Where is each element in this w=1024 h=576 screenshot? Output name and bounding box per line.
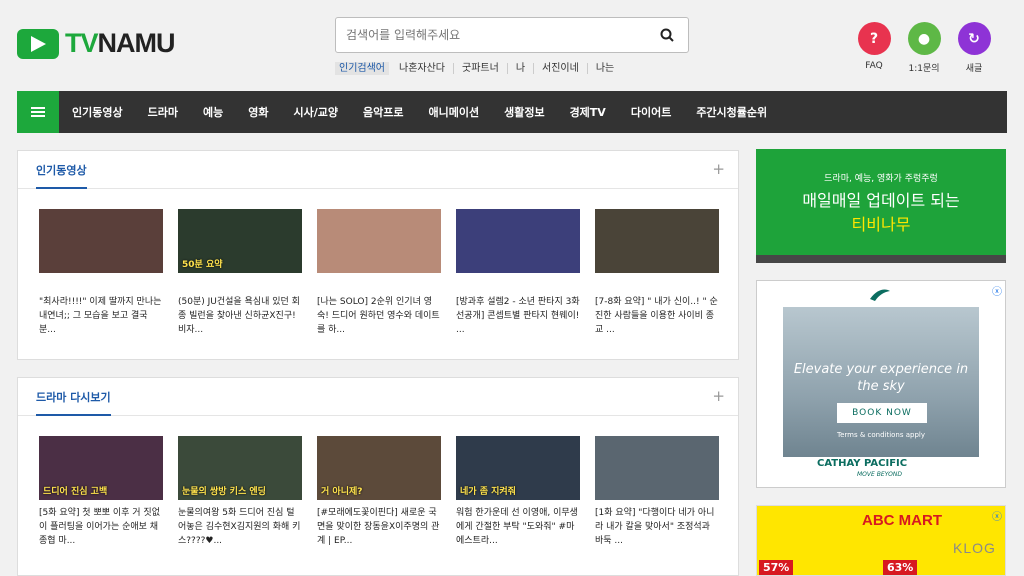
video-thumbnail[interactable]: 눈물의 쌍방 키스 엔딩 [178, 436, 302, 500]
video-thumbnail[interactable]: 드디어 진심 고백 [39, 436, 163, 500]
nav-item-music[interactable]: 음악프로 [363, 104, 403, 120]
video-thumbnail[interactable] [595, 209, 719, 273]
hamburger-menu-button[interactable] [17, 91, 59, 133]
abc-mart-logo: ABC MART [862, 512, 942, 529]
video-title[interactable]: "최사라!!!!" 이제 딸까지 만나는 내연녀;; 그 모습을 보고 결국 분… [39, 295, 163, 337]
chat-icon: ● [907, 22, 941, 55]
new-posts-button[interactable]: ↻ 새글 [949, 22, 999, 74]
discount-badge: 57% [759, 560, 794, 575]
video-card[interactable]: 눈물의 쌍방 키스 엔딩 눈물의여왕 5화 드디어 진심 털어놓은 김수현X김지… [178, 436, 302, 548]
keyword-link[interactable]: 나 [506, 63, 533, 74]
search-input[interactable] [336, 18, 636, 52]
popular-keywords: 인기검색어 나혼자산다 굿파트너 나 서진이네 나는 [335, 62, 622, 75]
keyword-link[interactable]: 나혼자산다 [391, 63, 453, 74]
nav-item-current-affairs[interactable]: 시사/교양 [293, 104, 338, 120]
search-icon[interactable] [660, 28, 674, 42]
video-title[interactable]: [#모래에도꽃이핀다] 새로운 국면을 맞이한 장동윤X이주명의 관계 | EP… [317, 506, 441, 548]
video-title[interactable]: 눈물의여왕 5화 드디어 진심 털어놓은 김수현X김지원의 화해 키스????♥… [178, 506, 302, 548]
watermark: KLOG [953, 540, 996, 556]
video-card[interactable]: 50분 요약 (50분) JU건설을 욕심내 있던 회종 빌런을 찾아낸 신하균… [178, 209, 302, 337]
nav-item-weekly-ratings[interactable]: 주간시청률순위 [696, 104, 767, 120]
play-logo-icon [17, 28, 59, 59]
nav-item-economy[interactable]: 경제TV [570, 104, 606, 120]
video-card[interactable]: [7-8화 요약] " 내가 신이..! " 순진한 사람들을 이용한 사이비 … [595, 209, 719, 337]
video-title[interactable]: [1화 요약] "다행이다 네가 아니라 내가 칼을 맞아서" 조정석과 바둑 … [595, 506, 719, 548]
nav-item-drama[interactable]: 드라마 [148, 104, 178, 120]
video-card[interactable]: [방과후 설렘2 - 소년 판타지 3화 선공개] 콘셉트별 판타지 현웨이! … [456, 209, 580, 337]
keyword-link[interactable]: 굿파트너 [453, 63, 507, 74]
refresh-icon: ↻ [957, 22, 991, 55]
cathay-pacific-ad[interactable]: ⓧ Elevate your experience in the sky BOO… [756, 280, 1006, 488]
site-header: TVNAMU 인기검색어 나혼자산다 굿파트너 나 서진이네 나는 ? FAQ … [0, 0, 1024, 90]
video-thumbnail[interactable]: 50분 요약 [178, 209, 302, 273]
video-card[interactable]: [나는 SOLO] 2순위 인기녀 영숙! 드디어 원하던 영수와 데이트를 하… [317, 209, 441, 337]
video-card[interactable]: 거 아니제? [#모래에도꽃이핀다] 새로운 국면을 맞이한 장동윤X이주명의 … [317, 436, 441, 548]
video-card[interactable]: [1화 요약] "다행이다 네가 아니라 내가 칼을 맞아서" 조정석과 바둑 … [595, 436, 719, 548]
section-title[interactable]: 드라마 다시보기 [36, 389, 111, 416]
keyword-link[interactable]: 서진이네 [533, 63, 587, 74]
nav-item-movie[interactable]: 영화 [248, 104, 268, 120]
video-card[interactable]: 네가 좀 지켜줘 워험 한가운데 선 이영애, 이무생에게 간절한 부탁 "도와… [456, 436, 580, 548]
nav-item-animation[interactable]: 애니메이션 [428, 104, 479, 120]
ad-info-icon[interactable]: ⓧ [992, 508, 1002, 523]
ad-headline: Elevate your experience in the sky [793, 362, 969, 394]
cathay-logo-icon [870, 289, 890, 301]
more-icon[interactable]: + [712, 387, 725, 405]
question-icon: ? [857, 22, 891, 55]
section-title[interactable]: 인기동영상 [36, 162, 87, 189]
faq-button[interactable]: ? FAQ [849, 22, 899, 74]
tvnamu-logo[interactable]: TVNAMU [17, 28, 176, 59]
video-title[interactable]: [나는 SOLO] 2순위 인기녀 영숙! 드디어 원하던 영수와 데이트를 하… [317, 295, 441, 337]
top-shortcuts: ? FAQ ● 1:1문의 ↻ 새글 [849, 22, 999, 74]
video-title[interactable]: 워험 한가운데 선 이영애, 이무생에게 간절한 부탁 "도와줘" #마에스트라… [456, 506, 580, 548]
nav-item-diet[interactable]: 다이어트 [631, 104, 671, 120]
ad-info-icon[interactable]: ⓧ [992, 283, 1002, 298]
video-thumbnail[interactable] [317, 209, 441, 273]
video-thumbnail[interactable] [456, 209, 580, 273]
main-nav: 인기동영상 드라마 예능 영화 시사/교양 음악프로 애니메이션 생활정보 경제… [17, 91, 1007, 133]
video-title[interactable]: (50분) JU건설을 욕심내 있던 회종 빌런을 찾아낸 신하균X진구! 비자… [178, 295, 302, 337]
video-thumbnail[interactable]: 거 아니제? [317, 436, 441, 500]
popular-videos-section: 인기동영상 + "최사라!!!!" 이제 딸까지 만나는 내연녀;; 그 모습을… [17, 150, 739, 360]
nav-item-variety[interactable]: 예능 [203, 104, 223, 120]
video-title[interactable]: [7-8화 요약] " 내가 신이..! " 순진한 사람들을 이용한 사이비 … [595, 295, 719, 337]
cathay-brand: CATHAY PACIFIC [817, 458, 908, 469]
video-thumbnail[interactable] [595, 436, 719, 500]
popular-keywords-label: 인기검색어 [335, 62, 389, 75]
book-now-button[interactable]: BOOK NOW [837, 403, 927, 423]
video-thumbnail[interactable]: 네가 좀 지켜줘 [456, 436, 580, 500]
discount-badge: 63% [883, 560, 918, 575]
more-icon[interactable]: + [712, 160, 725, 178]
drama-replay-section: 드라마 다시보기 + 드디어 진심 고백 [5화 요약] 첫 뽀뽀 이후 거 짓… [17, 377, 739, 576]
search-box [335, 17, 689, 53]
inquiry-button[interactable]: ● 1:1문의 [899, 22, 949, 74]
video-title[interactable]: [방과후 설렘2 - 소년 판타지 3화 선공개] 콘셉트별 판타지 현웨이! … [456, 295, 580, 337]
video-card[interactable]: "최사라!!!!" 이제 딸까지 만나는 내연녀;; 그 모습을 보고 결국 분… [39, 209, 163, 337]
nav-item-lifestyle[interactable]: 생활정보 [504, 104, 544, 120]
tvnamu-promo-banner[interactable]: 드라마, 예능, 영화가 주렁주렁 매일매일 업데이트 되는 티비나무 [756, 149, 1006, 263]
nav-item-popular[interactable]: 인기동영상 [72, 104, 123, 120]
video-card[interactable]: 드디어 진심 고백 [5화 요약] 첫 뽀뽀 이후 거 짓없이 플러팅을 이어가… [39, 436, 163, 548]
keyword-link[interactable]: 나는 [586, 63, 622, 74]
video-thumbnail[interactable] [39, 209, 163, 273]
video-title[interactable]: [5화 요약] 첫 뽀뽀 이후 거 짓없이 플러팅을 이어가는 순애보 채종협 … [39, 506, 163, 548]
hamburger-icon [31, 107, 45, 117]
